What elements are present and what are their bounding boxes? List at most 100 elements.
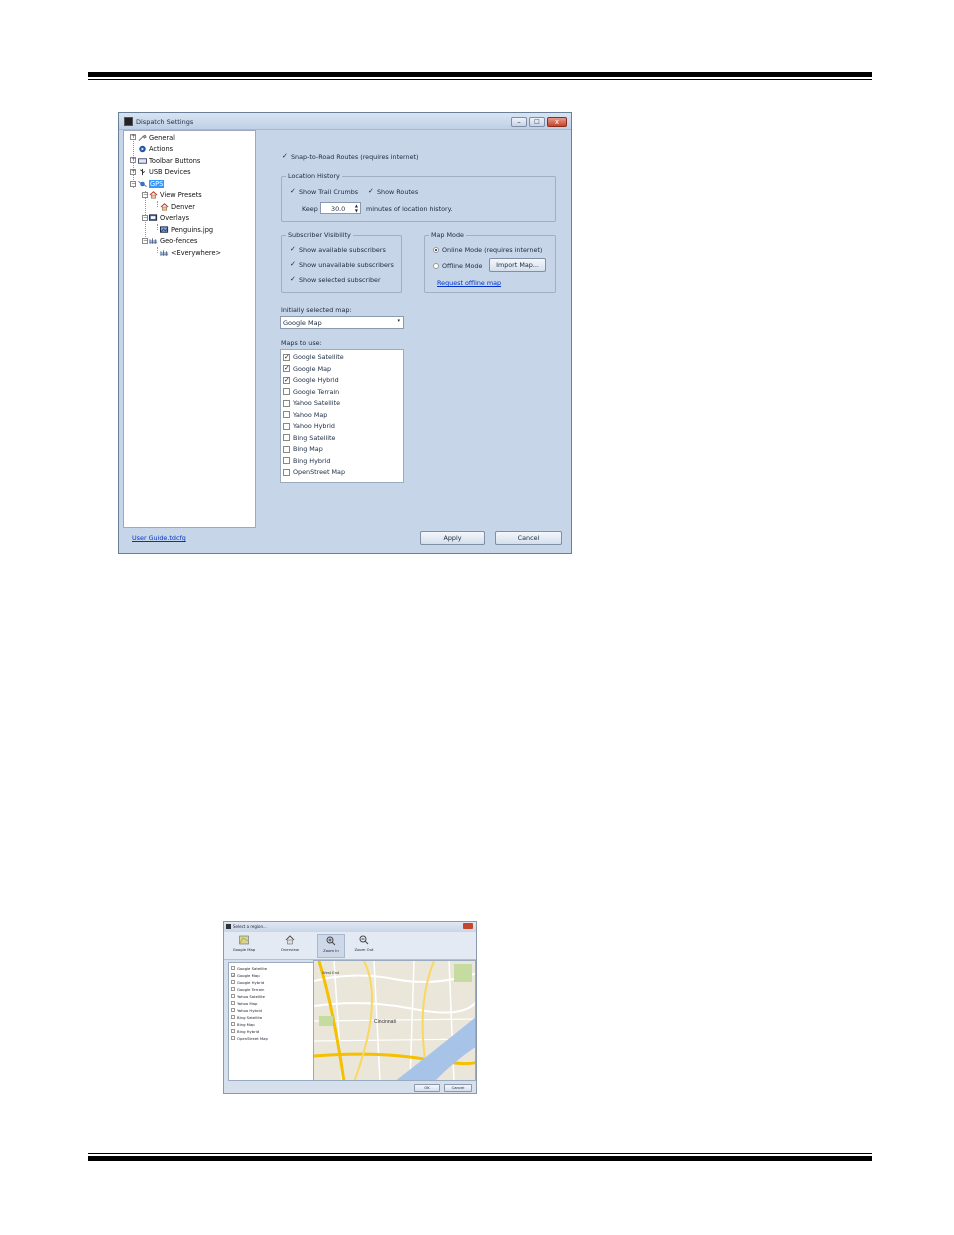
region-map-option[interactable]: Bing Satellite (231, 1014, 262, 1020)
request-offline-map-link[interactable]: Request offline map (437, 279, 501, 287)
map-option[interactable]: ✓ Google Hybrid (283, 375, 339, 385)
map-option[interactable]: Bing Hybrid (283, 456, 330, 466)
checkbox-empty-icon[interactable] (231, 987, 235, 991)
offline-mode-label: Offline Mode (442, 262, 483, 270)
cancel-button[interactable]: Cancel (444, 1084, 472, 1092)
maximize-button[interactable]: □ (529, 117, 545, 127)
region-map-list[interactable]: Google Satellite ✓ Google Map Google Hybrid… (228, 962, 314, 1081)
checkbox-empty-icon[interactable] (231, 966, 235, 970)
tree-item-everywhere[interactable]: <Everywhere> (160, 248, 221, 258)
map-option[interactable]: OpenStreet Map (283, 467, 345, 477)
checkbox-empty-icon[interactable] (231, 1022, 235, 1026)
initial-map-select[interactable]: Google Map ▾ (280, 316, 404, 329)
map-option[interactable]: Yahoo Satellite (283, 398, 340, 408)
google-map-button[interactable]: Google Map (230, 934, 258, 958)
region-map-option-label: Google Hybrid (237, 979, 265, 985)
user-guide-link[interactable]: User Guide.tdcfg (132, 534, 186, 542)
show-unavailable-checkbox[interactable]: ✓ Show unavailable subscribers (290, 261, 394, 270)
region-map-option[interactable]: Yahoo Hybrid (231, 1007, 262, 1013)
checkbox-checked-icon[interactable]: ✓ (283, 376, 290, 384)
checkbox-empty-icon[interactable] (231, 1029, 235, 1033)
tree-label-overlays: Overlays (160, 214, 190, 222)
overview-button[interactable]: Overview (276, 934, 304, 958)
region-map-option[interactable]: Yahoo Map (231, 1000, 257, 1006)
cancel-button[interactable]: Cancel (495, 531, 562, 545)
checkbox-empty-icon[interactable] (283, 399, 290, 407)
offline-mode-radio[interactable]: Offline Mode (433, 262, 482, 270)
tree-item-toolbar-buttons[interactable]: Toolbar Buttons (138, 156, 200, 166)
show-routes-checkbox[interactable]: ✓ Show Routes (368, 188, 418, 197)
region-map-option[interactable]: Yahoo Satellite (231, 993, 265, 999)
keep-minutes-stepper[interactable]: 30.0 ▲ ▼ (320, 202, 361, 214)
collapse-overlays[interactable]: − (142, 215, 148, 221)
collapse-geofences[interactable]: − (142, 238, 148, 244)
checkbox-empty-icon[interactable] (231, 1015, 235, 1019)
spinner-arrows-icon[interactable]: ▲ ▼ (355, 203, 358, 213)
region-map-option-label: Google Map (237, 972, 260, 978)
collapse-gps[interactable]: − (130, 181, 136, 187)
show-selected-checkbox[interactable]: ✓ Show selected subscriber (290, 276, 381, 285)
import-map-button[interactable]: Import Map... (489, 258, 546, 272)
zoom-in-button[interactable]: Zoom In (317, 934, 345, 958)
maps-to-use-list[interactable]: ✓ Google Satellite ✓ Google Map ✓ Google Hybr… (280, 349, 404, 483)
checkbox-empty-icon[interactable] (231, 1036, 235, 1040)
region-map-option[interactable]: Bing Hybrid (231, 1028, 259, 1034)
region-map-option[interactable]: OpenStreet Map (231, 1035, 268, 1041)
tree-item-denver[interactable]: Denver (160, 202, 195, 212)
minimize-button[interactable]: – (511, 117, 527, 127)
checkbox-empty-icon[interactable] (231, 1001, 235, 1005)
zoom-out-button[interactable]: Zoom Out (350, 934, 378, 958)
region-map-option[interactable]: Google Satellite (231, 965, 267, 971)
tree-item-general[interactable]: General (138, 133, 175, 143)
tree-item-usb-devices[interactable]: USB Devices (138, 167, 191, 177)
region-map-view[interactable]: Cincinnati West End (313, 960, 476, 1081)
tree-item-view-presets[interactable]: View Presets (149, 190, 202, 200)
checkbox-checked-icon[interactable]: ✓ (231, 973, 235, 978)
tree-item-overlays[interactable]: Overlays (149, 213, 189, 223)
checkbox-empty-icon[interactable] (283, 445, 290, 453)
region-window-title: Select a region... (233, 924, 267, 929)
expand-usb-devices[interactable]: + (130, 169, 136, 175)
checkbox-empty-icon[interactable] (283, 388, 290, 395)
snap-to-road-checkbox[interactable]: ✓ Snap-to-Road Routes (requires internet… (282, 153, 419, 162)
show-trail-crumbs-checkbox[interactable]: ✓ Show Trail Crumbs (290, 188, 358, 197)
tree-item-actions[interactable]: Actions (138, 144, 173, 154)
region-map-option[interactable]: ✓ Google Map (231, 972, 260, 978)
close-button[interactable]: x (547, 117, 567, 127)
map-option[interactable]: ✓ Google Satellite (283, 352, 344, 362)
checkbox-checked-icon[interactable]: ✓ (283, 353, 290, 361)
map-option[interactable]: Google Terrain (283, 387, 339, 397)
maps-to-use-label: Maps to use: (281, 339, 322, 347)
checkbox-empty-icon[interactable] (283, 422, 290, 430)
map-option[interactable]: Yahoo Map (283, 410, 327, 420)
checkbox-empty-icon[interactable] (283, 468, 290, 476)
region-map-option[interactable]: Google Hybrid (231, 979, 264, 985)
tree-label-actions: Actions (149, 145, 174, 153)
collapse-view-presets[interactable]: − (142, 192, 148, 198)
tree-item-gps[interactable]: GPS (138, 179, 165, 189)
region-map-option[interactable]: Bing Map (231, 1021, 255, 1027)
checkbox-empty-icon[interactable] (283, 457, 290, 464)
close-button[interactable] (463, 923, 473, 929)
expand-toolbar-buttons[interactable]: + (130, 157, 136, 163)
map-option[interactable]: ✓ Google Map (283, 364, 331, 374)
apply-button[interactable]: Apply (420, 531, 485, 545)
region-map-option[interactable]: Google Terrain (231, 986, 264, 992)
tree-item-geofences[interactable]: Geo-fences (149, 236, 197, 246)
ok-button[interactable]: OK (414, 1084, 440, 1092)
map-option[interactable]: Bing Map (283, 444, 323, 454)
checkbox-empty-icon[interactable] (283, 434, 290, 441)
expand-general[interactable]: + (130, 134, 136, 140)
map-option[interactable]: Bing Satellite (283, 433, 335, 443)
zoom-out-icon (359, 935, 369, 945)
checkbox-empty-icon[interactable] (283, 411, 290, 418)
map-option[interactable]: Yahoo Hybrid (283, 421, 335, 431)
checkbox-empty-icon[interactable] (231, 994, 235, 998)
checkbox-checked-icon[interactable]: ✓ (283, 365, 290, 372)
online-mode-radio[interactable]: Online Mode (requires internet) (433, 246, 542, 254)
tree-item-penguins[interactable]: Penguins.jpg (160, 225, 213, 235)
fence-icon (160, 250, 169, 256)
checkbox-empty-icon[interactable] (231, 1008, 235, 1012)
show-available-checkbox[interactable]: ✓ Show available subscribers (290, 246, 386, 255)
checkbox-empty-icon[interactable] (231, 980, 235, 984)
